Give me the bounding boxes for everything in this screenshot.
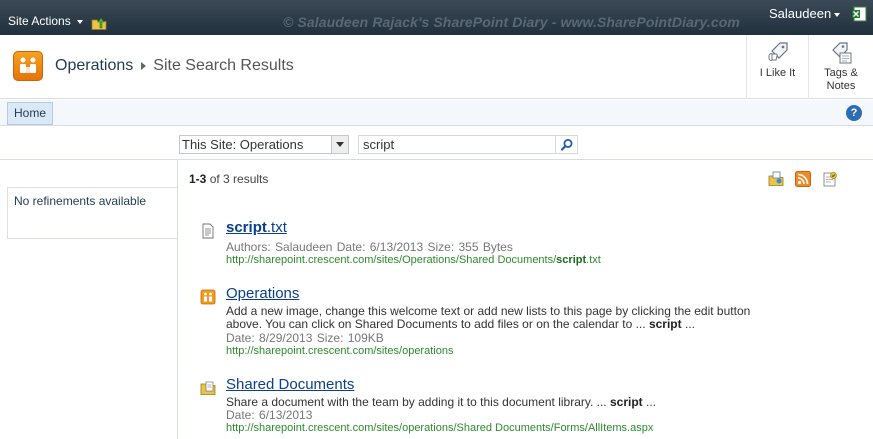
results-total: of 3 results <box>209 172 269 186</box>
text-file-icon <box>202 223 214 239</box>
result-meta: Date: 6/13/2013 <box>226 408 313 422</box>
chevron-down-icon <box>76 20 83 24</box>
result-summary-text: above. You can click on Shared Documents… <box>226 317 646 331</box>
result-summary: Add a new image, change this welcome tex… <box>226 305 846 331</box>
chevron-down-icon[interactable] <box>331 136 348 153</box>
refinement-box: No refinements available <box>7 187 178 239</box>
result-summary-line-2: above. You can click on Shared Documents… <box>226 318 846 331</box>
result-summary-highlight: script <box>648 317 682 331</box>
top-navigation: Home ? <box>0 100 873 126</box>
page: Site Actions © Salaudeen Rajack's ShareP… <box>0 0 873 439</box>
alert-me-icon[interactable] <box>768 171 784 187</box>
search-bar: This Site: Operations <box>0 127 873 160</box>
site-actions-menu[interactable]: Site Actions <box>8 14 83 28</box>
result-meta: Authors: Salaudeen Date: 6/13/2013 Size:… <box>226 240 513 254</box>
search-input[interactable] <box>358 135 556 154</box>
results-count: 1-3 of 3 results <box>189 172 268 186</box>
refinement-text: No refinements available <box>14 194 147 208</box>
rss-icon[interactable] <box>795 171 811 187</box>
result-meta: Date: 8/29/2013 Size: 109KB <box>226 331 384 345</box>
search-scope-dropdown[interactable]: This Site: Operations <box>179 135 349 154</box>
page-title: Site Search Results <box>153 57 294 74</box>
search-scope-value: This Site: Operations <box>182 137 304 152</box>
site-icon <box>200 289 216 305</box>
result-url-prefix: http://sharepoint.crescent.com/sites/Ope… <box>226 254 557 266</box>
excel-icon[interactable] <box>851 6 867 22</box>
ribbon-top-bar: Site Actions © Salaudeen Rajack's ShareP… <box>0 0 873 35</box>
result-summary-ellipsis: ... <box>646 395 657 409</box>
result-title-link[interactable]: Operations <box>226 285 299 302</box>
search-result: Operations Add a new image, change this … <box>200 285 860 360</box>
result-url[interactable]: http://sharepoint.crescent.com/sites/Ope… <box>226 254 601 266</box>
search-result: Shared Documents Share a document with t… <box>200 376 860 439</box>
result-title-link[interactable]: Shared Documents <box>226 376 354 393</box>
navigate-up-icon[interactable] <box>91 16 107 30</box>
result-url[interactable]: http://sharepoint.crescent.com/sites/ope… <box>226 345 453 357</box>
search-icon <box>560 139 573 151</box>
tab-home[interactable]: Home <box>7 102 54 125</box>
result-title-link[interactable]: script.txt <box>226 219 287 236</box>
tags-notes-button[interactable]: Tags & Notes <box>808 35 873 99</box>
breadcrumb: Operations Site Search Results <box>55 57 294 75</box>
help-icon[interactable]: ? <box>846 105 862 121</box>
breadcrumb-separator-icon <box>141 62 147 70</box>
result-title-text: .txt <box>266 219 287 236</box>
document-library-icon <box>200 381 216 395</box>
i-like-it-label: I Like It <box>759 67 796 79</box>
result-summary-highlight: script <box>610 395 643 409</box>
tags-notes-label-1: Tags & <box>824 67 858 79</box>
user-menu[interactable]: Salaudeen <box>769 6 841 21</box>
chevron-down-icon <box>834 12 841 17</box>
title-area: Operations Site Search Results I Like It… <box>0 35 873 99</box>
site-logo-icon[interactable] <box>13 51 43 81</box>
breadcrumb-site-link[interactable]: Operations <box>55 57 133 75</box>
result-summary-text: Share a document with the team by adding… <box>226 395 607 409</box>
search-result: script.txt Authors: Salaudeen Date: 6/13… <box>200 219 860 269</box>
result-url-highlight: script <box>556 254 587 266</box>
user-name: Salaudeen <box>769 6 832 21</box>
site-actions-label: Site Actions <box>8 14 71 28</box>
tags-notes-icon <box>832 42 852 64</box>
like-tag-icon <box>768 42 788 61</box>
result-summary-ellipsis: ... <box>684 317 695 331</box>
result-url[interactable]: http://sharepoint.crescent.com/sites/ope… <box>226 422 653 434</box>
search-button[interactable] <box>556 135 578 154</box>
i-like-it-button[interactable]: I Like It <box>746 35 808 99</box>
refinement-panel: No refinements available <box>0 160 178 439</box>
search-action-link-icon[interactable] <box>822 171 838 187</box>
results-range: 1-3 <box>189 172 207 186</box>
watermark-text: © Salaudeen Rajack's SharePoint Diary - … <box>283 14 740 30</box>
tags-notes-label-2: Notes <box>826 80 856 92</box>
result-url-suffix: .txt <box>586 254 601 266</box>
result-title-highlight: script <box>226 219 267 236</box>
